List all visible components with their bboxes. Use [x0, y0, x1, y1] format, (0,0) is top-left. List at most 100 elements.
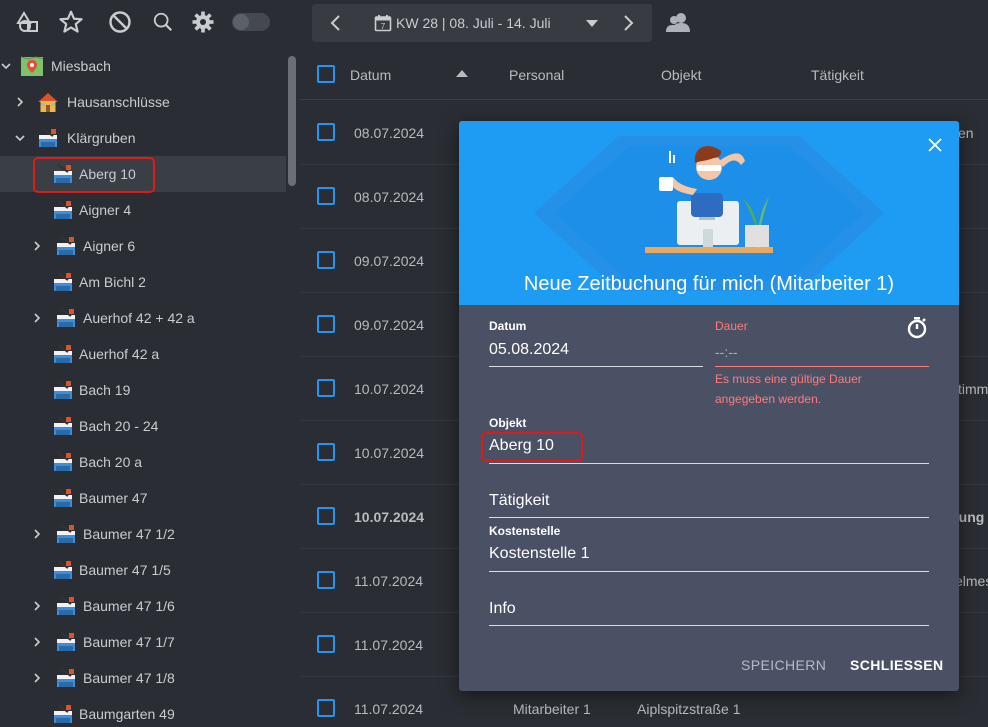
tree-item-label: Baumer 47 1/5: [79, 562, 171, 578]
cell-datum: 10.07.2024: [354, 381, 425, 397]
week-dropdown-icon[interactable]: [586, 20, 598, 27]
tree-item-label: Aigner 6: [83, 238, 136, 254]
chevron-right-icon[interactable]: [14, 96, 26, 108]
tree-item-auerhof-42a[interactable]: Auerhof 42 a: [0, 336, 286, 372]
gear-icon[interactable]: [189, 8, 217, 36]
tree-scrollbar[interactable]: [288, 56, 296, 186]
kostenstelle-field[interactable]: Kostenstelle 1: [489, 545, 590, 563]
users-icon[interactable]: [664, 8, 692, 36]
row-checkbox[interactable]: [317, 251, 335, 269]
datum-field[interactable]: 05.08.2024: [489, 341, 569, 359]
column-header-taetigkeit[interactable]: Tätigkeit: [811, 67, 864, 83]
chevron-right-icon[interactable]: [31, 636, 43, 648]
tree-item-label: Bach 19: [79, 382, 131, 398]
septic-tank-icon: [54, 560, 72, 579]
highlight-box: [481, 432, 583, 462]
tree-item-baumer-47-1-8[interactable]: Baumer 47 1/8: [0, 660, 286, 696]
row-checkbox[interactable]: [317, 507, 335, 525]
toggle-switch[interactable]: [232, 13, 270, 31]
chevron-right-icon[interactable]: [31, 240, 43, 252]
tree-item-label: Miesbach: [51, 58, 111, 74]
tree-item-label: Aigner 4: [79, 202, 132, 218]
chevron-down-icon[interactable]: [0, 60, 12, 72]
row-checkbox[interactable]: [317, 635, 335, 653]
cell-objekt: Aiplspitzstraße 1: [637, 701, 741, 717]
svg-text:7: 7: [381, 22, 386, 31]
save-button[interactable]: SPEICHERN: [741, 657, 826, 673]
cell-datum: 09.07.2024: [354, 317, 425, 333]
chevron-right-icon[interactable]: [31, 672, 43, 684]
row-checkbox[interactable]: [317, 571, 335, 589]
close-button[interactable]: SCHLIESSEN: [850, 657, 943, 673]
chevron-right-icon[interactable]: [31, 528, 43, 540]
chevron-down-icon[interactable]: [14, 132, 26, 144]
week-label[interactable]: KW 28 | 08. Juli - 14. Juli: [396, 15, 551, 31]
row-checkbox[interactable]: [317, 379, 335, 397]
tree-item-label: Am Bichl 2: [79, 274, 146, 290]
calendar-icon[interactable]: 7: [374, 14, 392, 37]
shapes-icon[interactable]: [14, 8, 42, 36]
app: 7 KW 28 | 08. Juli - 14. Juli Miesbach H…: [0, 0, 988, 727]
block-icon[interactable]: [106, 8, 134, 36]
tree-item-bach-20a[interactable]: Bach 20 a: [0, 444, 286, 480]
search-icon[interactable]: [149, 8, 177, 36]
dialog-header: Neue Zeitbuchung für mich (Mitarbeiter 1…: [459, 121, 959, 305]
week-navigator: 7 KW 28 | 08. Juli - 14. Juli: [312, 4, 652, 42]
row-checkbox[interactable]: [317, 187, 335, 205]
column-header-objekt[interactable]: Objekt: [661, 67, 701, 83]
septic-tank-icon: [54, 380, 72, 399]
tree-item-hausanschluesse[interactable]: Hausanschlüsse: [0, 84, 286, 120]
tree-item-auerhof-42-42a[interactable]: Auerhof 42 + 42 a: [0, 300, 286, 336]
tree-item-label: Baumer 47 1/6: [83, 598, 175, 614]
tree-item-baumgarten-49[interactable]: Baumgarten 49: [0, 696, 286, 727]
row-checkbox[interactable]: [317, 123, 335, 141]
tree-item-baumer-47-1-7[interactable]: Baumer 47 1/7: [0, 624, 286, 660]
toggle-knob: [233, 14, 249, 30]
chevron-right-icon[interactable]: [31, 600, 43, 612]
chevron-right-icon[interactable]: [31, 312, 43, 324]
cell-taetigkeit: elmes: [955, 573, 988, 589]
select-all-checkbox[interactable]: [317, 65, 335, 83]
tree-item-label: Baumer 47 1/8: [83, 670, 175, 686]
taetigkeit-underline: [489, 517, 929, 518]
kostenstelle-label: Kostenstelle: [489, 524, 561, 538]
tree-item-bach-20-24[interactable]: Bach 20 - 24: [0, 408, 286, 444]
sort-ascending-icon[interactable]: [456, 70, 468, 77]
prev-week-button[interactable]: [326, 13, 346, 33]
septic-tank-icon: [57, 668, 75, 687]
tree-item-aigner-6[interactable]: Aigner 6: [0, 228, 286, 264]
info-field[interactable]: Info: [489, 600, 516, 618]
object-tree: Miesbach Hausanschlüsse Klärgruben Aberg…: [0, 46, 300, 727]
next-week-button[interactable]: [618, 13, 638, 33]
column-header-datum[interactable]: Datum: [350, 67, 391, 83]
tree-item-baumer-47-1-2[interactable]: Baumer 47 1/2: [0, 516, 286, 552]
cell-datum: 08.07.2024: [354, 125, 425, 141]
close-icon[interactable]: [927, 137, 943, 153]
dauer-field[interactable]: --:--: [715, 344, 738, 360]
star-icon[interactable]: [57, 8, 85, 36]
cell-datum: 11.07.2024: [354, 637, 424, 653]
septic-tank-icon: [54, 704, 72, 723]
time-booking-dialog: Neue Zeitbuchung für mich (Mitarbeiter 1…: [459, 121, 959, 691]
tree-item-baumer-47-1-5[interactable]: Baumer 47 1/5: [0, 552, 286, 588]
tree-item-label: Bach 20 a: [79, 454, 143, 470]
tree-item-bach-19[interactable]: Bach 19: [0, 372, 286, 408]
tree-item-am-bichl-2[interactable]: Am Bichl 2: [0, 264, 286, 300]
tree-item-baumer-47[interactable]: Baumer 47: [0, 480, 286, 516]
dauer-underline: [715, 366, 929, 367]
row-checkbox[interactable]: [317, 443, 335, 461]
tree-item-label: Auerhof 42 a: [79, 346, 160, 362]
septic-tank-icon: [54, 272, 72, 291]
tree-item-aigner-4[interactable]: Aigner 4: [0, 192, 286, 228]
tree-item-klaergruben[interactable]: Klärgruben: [0, 120, 286, 156]
column-header-personal[interactable]: Personal: [509, 67, 564, 83]
tree-item-baumer-47-1-6[interactable]: Baumer 47 1/6: [0, 588, 286, 624]
tree-item-miesbach[interactable]: Miesbach: [0, 48, 286, 84]
row-checkbox[interactable]: [317, 315, 335, 333]
row-checkbox[interactable]: [317, 699, 335, 717]
stopwatch-icon[interactable]: [906, 315, 928, 339]
tree-item-label: Auerhof 42 + 42 a: [83, 310, 195, 326]
cell-datum: 11.07.2024: [354, 573, 424, 589]
septic-tank-icon: [57, 596, 75, 615]
taetigkeit-field[interactable]: Tätigkeit: [489, 492, 549, 510]
